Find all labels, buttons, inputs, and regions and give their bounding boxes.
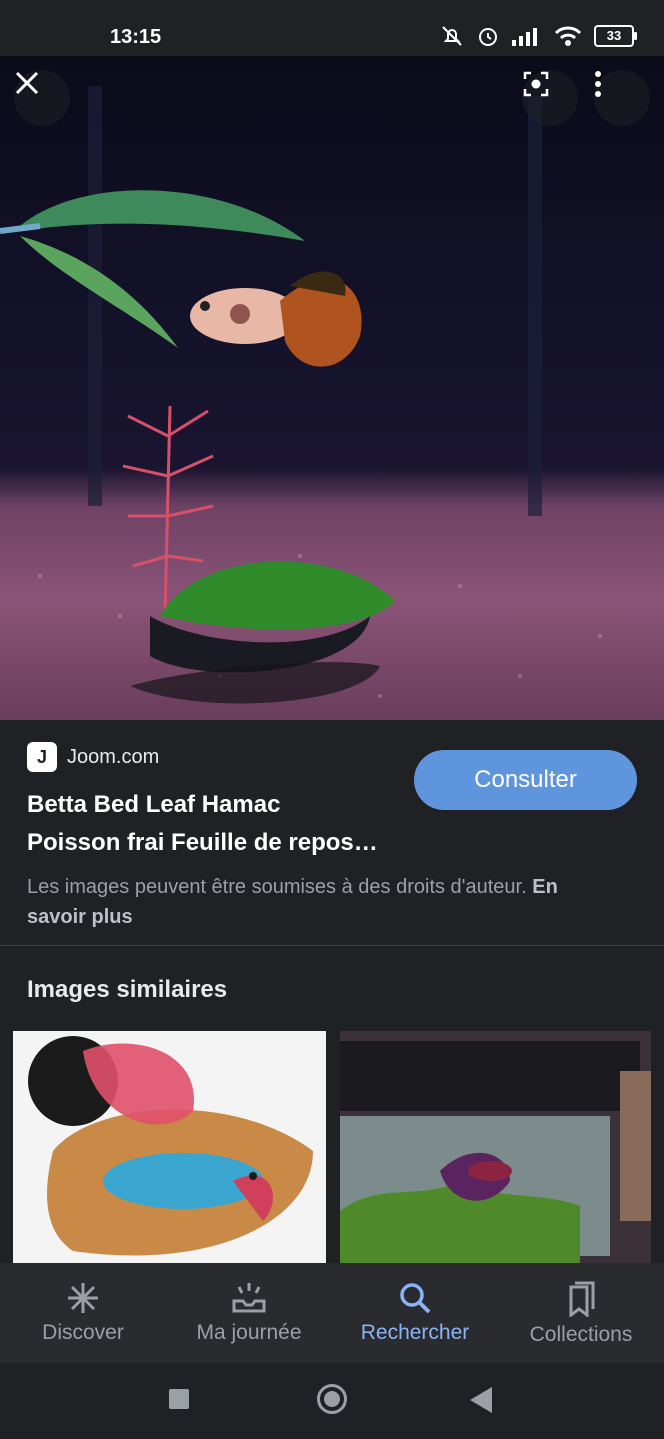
close-button[interactable] <box>14 70 70 126</box>
betta-tank-thumbnail <box>340 1031 651 1263</box>
alarm-icon <box>479 28 497 46</box>
more-button[interactable] <box>594 70 650 126</box>
rights-text: Les images peuvent être soumises à des d… <box>27 876 527 898</box>
back-icon[interactable] <box>470 1387 492 1413</box>
nav-discover-label: Discover <box>42 1321 124 1344</box>
status-time: 13:15 <box>110 26 162 48</box>
betta-leaf-thumbnail <box>28 1036 314 1256</box>
close-icon <box>15 71 39 95</box>
nav-collections-label: Collections <box>529 1323 633 1346</box>
aquarium-illustration <box>0 86 602 704</box>
wifi-icon <box>554 26 582 46</box>
more-vert-icon <box>595 71 601 97</box>
signal-icon <box>512 28 537 46</box>
asterisk-icon <box>68 1283 98 1313</box>
bottom-navigation: Discover Ma journée Rechercher Collectio… <box>0 1263 664 1363</box>
title-line-1: Betta Bed Leaf Hamac <box>27 791 281 818</box>
system-navigation-bar <box>0 1363 664 1439</box>
nav-ma-journee-label: Ma journée <box>196 1321 302 1344</box>
status-bar: 13:15 33 <box>0 0 664 56</box>
nav-rechercher-label: Rechercher <box>360 1321 470 1344</box>
home-button[interactable] <box>317 1384 347 1414</box>
recents-button[interactable] <box>169 1389 189 1409</box>
nav-rechercher[interactable]: Rechercher <box>332 1263 498 1363</box>
battery-indicator: 33 <box>594 25 637 47</box>
source-site-name: Joom.com <box>67 745 160 768</box>
joom-favicon-icon: J <box>27 742 57 772</box>
nav-collections[interactable]: Collections <box>498 1263 664 1363</box>
lens-button[interactable] <box>522 70 578 126</box>
lens-icon <box>523 71 549 97</box>
consult-button[interactable]: Consulter <box>414 750 637 810</box>
copyright-notice: Les images peuvent être soumises à des d… <box>27 872 587 932</box>
similar-image-1[interactable] <box>13 1031 326 1263</box>
bell-off-icon <box>442 26 462 46</box>
nav-discover[interactable]: Discover <box>0 1263 166 1363</box>
hero-image[interactable] <box>0 56 664 720</box>
collections-icon <box>569 1281 595 1317</box>
source-link[interactable]: J Joom.com <box>27 742 159 772</box>
favicon-letter: J <box>36 746 47 767</box>
result-title[interactable]: Betta Bed Leaf Hamac Poisson frai Feuill… <box>27 786 407 862</box>
inbox-icon <box>232 1283 266 1313</box>
divider <box>0 945 664 946</box>
status-icons: 33 <box>440 24 637 48</box>
similar-images-title: Images similaires <box>27 976 228 1003</box>
similar-image-2[interactable] <box>340 1031 651 1263</box>
title-line-2: Poisson frai Feuille de repos… <box>27 829 378 856</box>
nav-ma-journee[interactable]: Ma journée <box>166 1263 332 1363</box>
search-icon <box>400 1283 431 1314</box>
